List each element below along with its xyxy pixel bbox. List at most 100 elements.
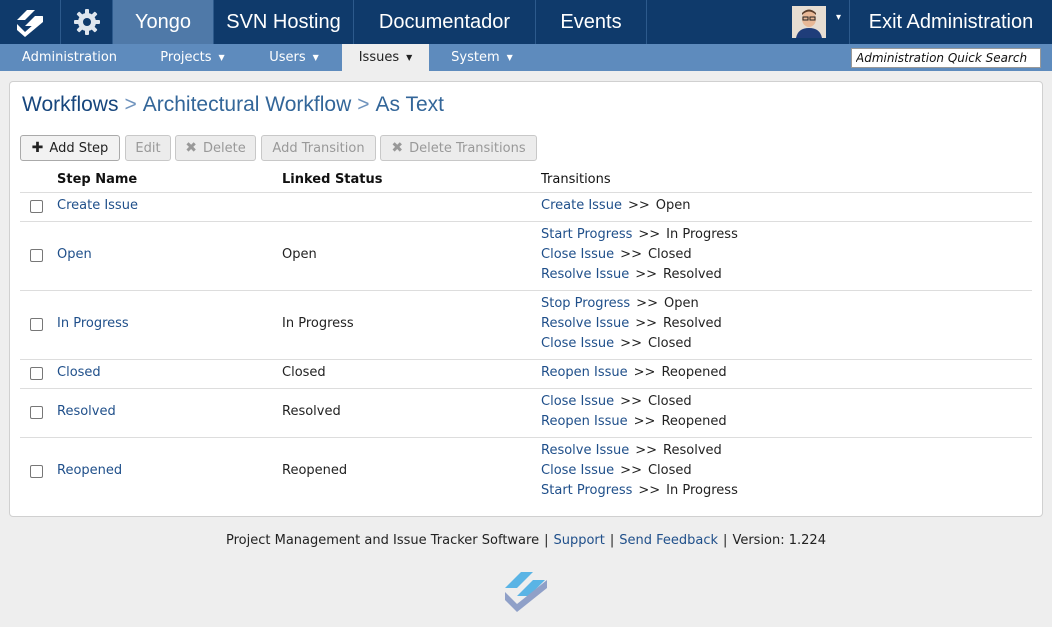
transition-target-status: Resolved	[663, 443, 722, 458]
subnav-label: Administration	[21, 50, 118, 65]
transition-entry: Resolve Issue >> Resolved	[541, 443, 722, 458]
footer-feedback-link[interactable]: Send Feedback	[619, 533, 718, 548]
footer-support-link[interactable]: Support	[553, 533, 604, 548]
row-select-checkbox[interactable]	[30, 248, 43, 262]
row-select-checkbox[interactable]	[30, 317, 43, 331]
workflow-panel: Workflows > Architectural Workflow > As Text…	[9, 81, 1043, 517]
transition-link[interactable]: Start Progress	[541, 227, 632, 242]
breadcrumb: Workflows > Architectural Workflow > As Text	[22, 93, 444, 117]
tab-svn-hosting[interactable]: SVN Hosting	[214, 0, 354, 44]
breadcrumb-separator: >	[124, 93, 137, 116]
header-linked-status: Linked Status	[282, 172, 383, 187]
transition-target-status: Reopened	[661, 365, 727, 380]
transition-arrow: >>	[620, 463, 642, 478]
row-divider	[20, 359, 1032, 360]
edit-label: Edit	[135, 140, 161, 156]
transition-link[interactable]: Start Progress	[541, 483, 632, 498]
tab-yongo[interactable]: Yongo	[113, 0, 214, 44]
subnav-label: Users	[269, 50, 306, 65]
transition-target-status: In Progress	[666, 483, 738, 498]
transition-target-status: Resolved	[663, 316, 722, 331]
transition-arrow: >>	[635, 316, 658, 331]
transition-arrow: >>	[635, 267, 658, 282]
user-avatar[interactable]	[792, 6, 826, 38]
row-select-checkbox[interactable]	[30, 199, 43, 213]
row-select-checkbox[interactable]	[30, 405, 43, 419]
delete-button[interactable]: ✖ Delete	[175, 135, 256, 161]
transition-link[interactable]: Stop Progress	[541, 296, 630, 311]
chevron-down-icon: ▼	[312, 53, 319, 62]
linked-status: In Progress	[282, 315, 354, 331]
transition-target-status: Open	[663, 296, 699, 311]
header-step-name: Step Name	[57, 172, 138, 187]
settings-gear-button[interactable]	[61, 0, 113, 44]
breadcrumb-workflow-link[interactable]: Architectural Workflow	[143, 93, 352, 116]
subnav-projects[interactable]: Projects ▼	[139, 44, 246, 71]
transition-link[interactable]: Resolve Issue	[541, 443, 629, 458]
transition-link[interactable]: Close Issue	[541, 463, 614, 478]
transition-arrow: >>	[635, 443, 658, 458]
footer-divider: |	[723, 533, 728, 548]
delete-transitions-button[interactable]: ✖ Delete Transitions	[380, 135, 537, 161]
transition-link[interactable]: Reopen Issue	[541, 365, 628, 380]
transition-target-status: Resolved	[663, 267, 722, 282]
transition-link[interactable]: Close Issue	[541, 394, 614, 409]
transition-link[interactable]: Close Issue	[541, 336, 614, 351]
row-select-checkbox[interactable]	[30, 366, 43, 380]
top-navigation-bar: Yongo SVN Hosting Documentador Events ▾ …	[0, 0, 1052, 44]
transition-target-status: Open	[655, 198, 691, 213]
transition-link[interactable]: Close Issue	[541, 247, 614, 262]
transition-target-status: In Progress	[666, 227, 738, 242]
transition-entry: Reopen Issue >> Reopened	[541, 414, 727, 429]
subnav-system[interactable]: System ▼	[429, 44, 535, 71]
step-name-link[interactable]: Resolved	[57, 404, 116, 419]
delete-label: Delete	[203, 140, 246, 156]
transition-entry: Close Issue >> Closed	[541, 336, 692, 351]
row-divider	[20, 290, 1032, 291]
step-name-link[interactable]: Reopened	[57, 463, 122, 478]
breadcrumb-separator: >	[357, 93, 370, 116]
footer-divider: |	[609, 533, 615, 548]
transition-target-status: Closed	[647, 247, 692, 262]
transition-arrow: >>	[638, 227, 661, 242]
admin-quick-search-input[interactable]	[851, 48, 1041, 68]
add-transition-button[interactable]: Add Transition	[261, 135, 376, 161]
subnav-issues[interactable]: Issues ▼	[342, 44, 429, 71]
exit-administration-link[interactable]: Exit Administration	[849, 0, 1052, 44]
tab-documentador[interactable]: Documentador	[354, 0, 536, 44]
add-step-button[interactable]: ✚ Add Step	[20, 135, 120, 161]
row-divider	[20, 437, 1032, 438]
subnav-label: System	[451, 50, 500, 65]
step-name-link[interactable]: Closed	[57, 365, 101, 380]
transition-arrow: >>	[620, 247, 642, 262]
transition-link[interactable]: Resolve Issue	[541, 267, 629, 282]
app-logo[interactable]	[0, 0, 61, 44]
edit-button[interactable]: Edit	[125, 135, 171, 161]
logo-icon	[17, 10, 43, 37]
footer-version: Version: 1.224	[732, 533, 826, 548]
linked-status: Resolved	[282, 403, 341, 419]
subnav-users[interactable]: Users ▼	[246, 44, 342, 71]
transition-link[interactable]: Reopen Issue	[541, 414, 628, 429]
tab-events[interactable]: Events	[536, 0, 647, 44]
row-select-checkbox[interactable]	[30, 464, 43, 478]
step-name-link[interactable]: Create Issue	[57, 198, 138, 213]
linked-status: Reopened	[282, 462, 348, 478]
user-menu-caret-icon[interactable]: ▾	[836, 12, 841, 23]
delete-transitions-label: Delete Transitions	[409, 140, 526, 156]
transition-entry: Start Progress >> In Progress	[541, 227, 738, 242]
row-divider	[20, 221, 1032, 222]
transition-arrow: >>	[633, 365, 656, 380]
transition-entry: Resolve Issue >> Resolved	[541, 267, 722, 282]
transition-link[interactable]: Resolve Issue	[541, 316, 629, 331]
breadcrumb-workflows-link[interactable]: Workflows	[22, 93, 118, 116]
transition-target-status: Closed	[647, 463, 692, 478]
subnav-administration[interactable]: Administration	[0, 44, 139, 71]
step-name-link[interactable]: In Progress	[57, 316, 129, 331]
gear-icon	[73, 9, 100, 35]
transition-link[interactable]: Create Issue	[541, 198, 622, 213]
transition-arrow: >>	[620, 336, 642, 351]
transition-arrow: >>	[636, 296, 658, 311]
step-name-link[interactable]: Open	[57, 247, 92, 262]
transition-entry: Close Issue >> Closed	[541, 463, 692, 478]
